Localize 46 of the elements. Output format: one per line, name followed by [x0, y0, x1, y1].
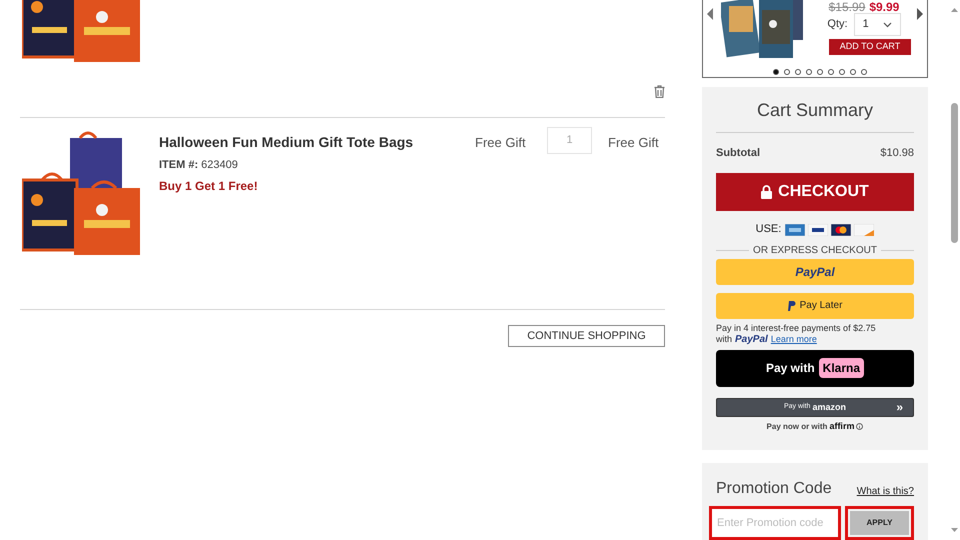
subtotal-label: Subtotal	[716, 146, 760, 161]
continue-shopping-button[interactable]: CONTINUE SHOPPING	[508, 325, 665, 347]
affirm-logo: affirm	[829, 420, 854, 433]
quantity-dropdown[interactable]: 1	[854, 13, 901, 36]
panel-title: Cart Summary	[716, 96, 914, 133]
sale-price: $9.99	[869, 1, 900, 13]
pay-later-note: Pay in 4 interest-free payments of $2.75	[716, 322, 877, 334]
add-to-cart-button[interactable]: ADD TO CART	[829, 39, 911, 55]
promo-text: Buy 1 Get 1 Free!	[159, 178, 259, 194]
visa-card-icon	[808, 224, 828, 236]
product-name[interactable]: Halloween Fun Medium Gift Tote Bags	[159, 133, 459, 151]
trash-icon[interactable]	[654, 85, 665, 98]
apply-button[interactable]: APPLY	[850, 511, 909, 535]
double-chevron-icon: »	[896, 398, 903, 415]
affirm-note: Pay now or with	[766, 420, 828, 433]
discover-card-icon	[854, 224, 874, 236]
quantity-label: Qty:	[827, 17, 848, 32]
paypal-button[interactable]: PayPal	[716, 258, 914, 285]
lock-icon	[761, 185, 772, 200]
klarna-logo: Klarna	[818, 358, 864, 378]
paypal-logo: PayPal	[735, 334, 768, 345]
right-arrow-icon[interactable]	[917, 8, 923, 20]
accepted-cards-label: USE:	[756, 222, 782, 238]
with-label: with	[716, 334, 732, 345]
what-is-this-link[interactable]: What is this?	[856, 484, 914, 499]
scroll-down-icon[interactable]	[950, 528, 958, 532]
learn-more-link[interactable]: Learn more	[770, 334, 817, 345]
mastercard-icon	[831, 224, 852, 236]
old-price: $15.99	[828, 1, 866, 13]
pay-later-button[interactable]: Pay Later	[716, 292, 914, 319]
paypal-p-icon	[788, 300, 796, 311]
scroll-up-icon[interactable]	[950, 8, 958, 12]
checkout-button[interactable]: CHECKOUT	[716, 173, 914, 212]
info-icon[interactable]	[856, 423, 864, 430]
amex-card-icon	[785, 224, 806, 236]
item-total: Free Gift	[608, 134, 659, 152]
item-price: Free Gift	[475, 134, 527, 152]
left-arrow-icon[interactable]	[707, 8, 713, 20]
klarna-button[interactable]: Pay with Klarna	[716, 350, 914, 387]
amazon-logo: amazon	[812, 400, 846, 414]
express-checkout-label: OR EXPRESS CHECKOUT	[753, 244, 877, 258]
item-number: ITEM #: 623409	[159, 158, 239, 173]
promo-title: Promotion Code	[716, 479, 832, 499]
promo-code-field[interactable]: Enter Promotion code	[709, 506, 841, 540]
chevron-down-icon	[882, 22, 892, 28]
subtotal-amount: $10.98	[880, 146, 914, 161]
